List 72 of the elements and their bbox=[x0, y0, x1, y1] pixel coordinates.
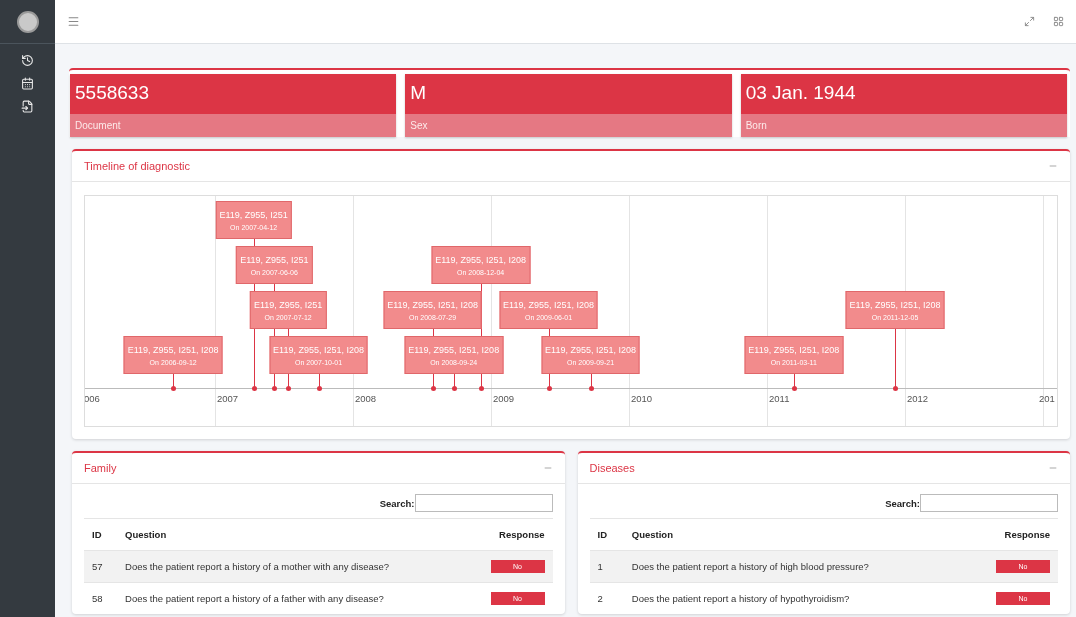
diagnosis-codes: E119, Z955, I251, I208 bbox=[408, 344, 500, 355]
column-header[interactable]: ID bbox=[589, 519, 624, 551]
diagnosis-codes: E119, Z955, I251 bbox=[240, 254, 309, 265]
info-label: Sex bbox=[405, 114, 732, 137]
event-dot bbox=[251, 386, 257, 391]
card-title: Diseases bbox=[589, 462, 635, 474]
event-dot bbox=[286, 386, 292, 391]
event-dot bbox=[588, 386, 594, 391]
diagnosis-codes: E119, Z955, I251, I208 bbox=[849, 299, 941, 310]
leader-line bbox=[318, 374, 320, 388]
table-cell: 58 bbox=[84, 582, 118, 614]
event-dot bbox=[316, 386, 322, 391]
column-header[interactable]: Response bbox=[465, 519, 553, 551]
event-dot bbox=[451, 386, 457, 391]
search-label: Search: bbox=[885, 497, 920, 509]
diagnosis-codes: E119, Z955, I251, I208 bbox=[503, 299, 594, 310]
year-label: 2007 bbox=[216, 393, 239, 404]
grid-icon[interactable] bbox=[1053, 16, 1064, 27]
column-header[interactable]: Question bbox=[117, 519, 466, 551]
card-title: Timeline of diagnostic bbox=[84, 160, 190, 172]
table-cell: 1 bbox=[589, 550, 624, 583]
search-label: Search: bbox=[379, 497, 415, 509]
diagnosis-codes: E119, Z955, I251 bbox=[253, 299, 323, 310]
event-dot bbox=[791, 386, 797, 391]
column-header[interactable]: ID bbox=[84, 519, 118, 551]
info-value: 5558633 bbox=[70, 74, 397, 114]
info-label: Born bbox=[740, 114, 1067, 137]
history-icon[interactable] bbox=[21, 54, 34, 67]
leader-line bbox=[895, 329, 896, 388]
event-dot bbox=[272, 386, 278, 391]
year-label: 2012 bbox=[906, 393, 929, 404]
diagnosis-codes: E119, Z955, I251, I208 bbox=[748, 344, 840, 355]
table-cell: 57 bbox=[84, 550, 118, 583]
expand-icon[interactable] bbox=[1024, 16, 1035, 27]
event-dot bbox=[546, 386, 552, 391]
diagnosis-codes: E119, Z955, I251 bbox=[219, 209, 288, 220]
diagnosis-codes: E119, Z955, I251, I208 bbox=[127, 344, 219, 355]
diagnosis-codes: E119, Z955, I251, I208 bbox=[273, 344, 364, 355]
table-cell: Does the patient report a history of high blood pressure? bbox=[623, 550, 964, 583]
year-label: 2009 bbox=[492, 393, 515, 404]
leader-line bbox=[453, 374, 455, 388]
diagnosis-codes: E119, Z955, I251, I208 bbox=[545, 344, 636, 355]
year-label: 2010 bbox=[630, 393, 653, 404]
info-value: M bbox=[405, 74, 732, 114]
event-dot bbox=[430, 386, 436, 391]
search-field[interactable] bbox=[920, 494, 1058, 512]
column-header[interactable]: Response bbox=[963, 519, 1058, 551]
logo-icon[interactable] bbox=[16, 10, 39, 33]
event-dot bbox=[478, 386, 484, 391]
year-label: 201 bbox=[1038, 393, 1055, 404]
year-label: 2008 bbox=[354, 393, 377, 404]
leader-line bbox=[793, 374, 795, 388]
menu-icon[interactable] bbox=[67, 15, 80, 28]
info-value: 03 Jan. 1944 bbox=[740, 74, 1067, 114]
diagnosis-codes: E119, Z955, I251, I208 bbox=[435, 254, 527, 265]
column-header[interactable]: Question bbox=[623, 519, 964, 551]
card-title: Family bbox=[84, 462, 117, 474]
calendar-icon[interactable] bbox=[21, 77, 34, 90]
leader-line bbox=[590, 374, 592, 388]
table-cell: Does the patient report a history of hypothyroidism? bbox=[623, 582, 964, 614]
leader-line bbox=[173, 374, 175, 388]
table-cell: Does the patient report a history of a father with any disease? bbox=[117, 582, 466, 614]
file-import-icon[interactable] bbox=[21, 100, 34, 113]
year-label: 2011 bbox=[768, 393, 790, 404]
info-label: Document bbox=[70, 114, 397, 137]
table-cell: 2 bbox=[589, 582, 624, 614]
search-field[interactable] bbox=[414, 494, 553, 512]
table-cell: Does the patient report a history of a mother with any disease? bbox=[117, 550, 466, 583]
event-dot bbox=[171, 386, 177, 391]
diagnosis-codes: E119, Z955, I251, I208 bbox=[387, 299, 479, 310]
year-label: 006 bbox=[85, 393, 100, 404]
event-dot bbox=[893, 386, 898, 391]
